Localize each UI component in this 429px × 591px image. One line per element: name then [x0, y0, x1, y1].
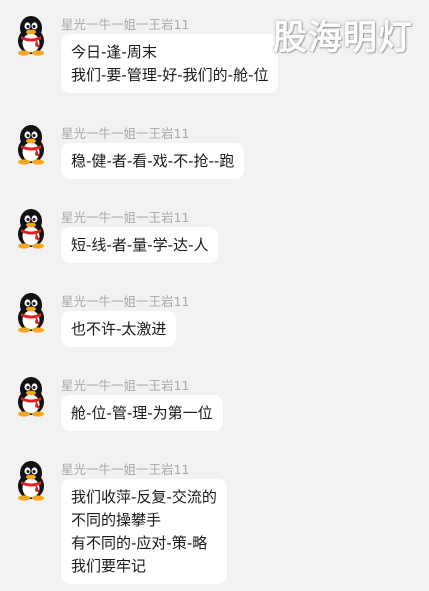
message-line: 我们收萍-反复-交流的 — [71, 488, 217, 506]
message-line: 有不同的-应对-策-略 — [71, 534, 208, 552]
sender-name[interactable]: 星光一牛一姐一王岩11 — [61, 123, 189, 142]
message-line: 短-线-者-量-学-达-人 — [71, 236, 209, 254]
message-bubble[interactable]: 舱-位-管-理-为第一位 — [61, 395, 223, 431]
qq-penguin-icon[interactable] — [12, 123, 50, 165]
sender-name[interactable]: 星光一牛一姐一王岩11 — [61, 459, 189, 478]
message-bubble[interactable]: 我们收萍-反复-交流的 不同的操攀手 有不同的-应对-策-略 我们要牢记 — [61, 479, 227, 584]
watermark: 股海明灯 — [273, 18, 413, 58]
qq-penguin-icon[interactable] — [12, 14, 50, 56]
sender-name[interactable]: 星光一牛一姐一王岩11 — [61, 291, 189, 310]
qq-penguin-icon[interactable] — [12, 291, 50, 333]
qq-penguin-icon[interactable] — [12, 459, 50, 501]
message-line: 我们要牢记 — [71, 557, 147, 575]
sender-name[interactable]: 星光一牛一姐一王岩11 — [61, 14, 189, 33]
message-line: 也不许-太激进 — [71, 320, 167, 338]
message-line: 稳-健-者-看-戏-不-抢--跑 — [71, 152, 235, 170]
sender-name[interactable]: 星光一牛一姐一王岩11 — [61, 375, 189, 394]
message-line: 今日-逢-周末 — [71, 43, 157, 61]
message-bubble[interactable]: 也不许-太激进 — [61, 311, 177, 347]
message-bubble[interactable]: 今日-逢-周末 我们-要-管理-好-我们的-舱-位 — [61, 34, 279, 93]
message-bubble[interactable]: 短-线-者-量-学-达-人 — [61, 227, 219, 263]
message-line: 不同的操攀手 — [71, 511, 162, 529]
sender-name[interactable]: 星光一牛一姐一王岩11 — [61, 207, 189, 226]
qq-penguin-icon[interactable] — [12, 375, 50, 417]
message-bubble[interactable]: 稳-健-者-看-戏-不-抢--跑 — [61, 143, 245, 179]
message-line: 舱-位-管-理-为第一位 — [71, 404, 213, 422]
message-line: 我们-要-管理-好-我们的-舱-位 — [71, 66, 269, 84]
qq-penguin-icon[interactable] — [12, 207, 50, 249]
